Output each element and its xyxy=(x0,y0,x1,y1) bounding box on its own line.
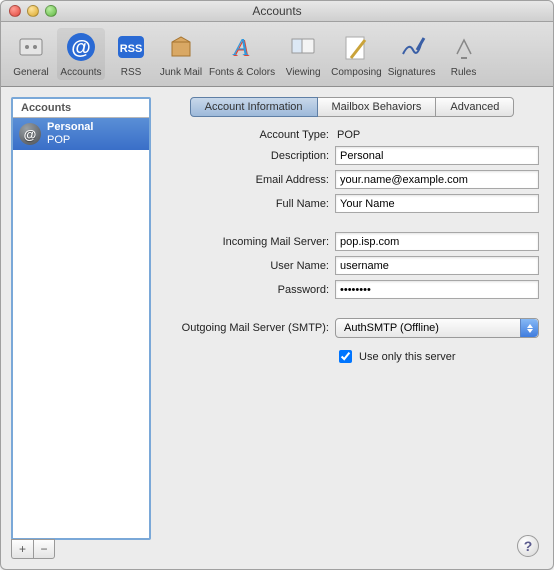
account-list-item[interactable]: @ Personal POP xyxy=(13,118,149,150)
description-input[interactable] xyxy=(335,146,539,165)
toolbar-label: Composing xyxy=(331,67,382,78)
switch-icon xyxy=(14,30,48,64)
toolbar-label: General xyxy=(13,67,49,78)
account-list-label: Personal POP xyxy=(47,121,93,147)
outgoing-server-select[interactable]: AuthSMTP (Offline) xyxy=(335,318,539,338)
toolbar-item-accounts[interactable]: @ Accounts xyxy=(57,28,105,80)
at-icon: @ xyxy=(19,123,41,145)
label-fullname: Full Name: xyxy=(165,198,335,210)
tab-advanced[interactable]: Advanced xyxy=(436,97,514,117)
fullname-input[interactable] xyxy=(335,194,539,213)
titlebar: Accounts xyxy=(1,1,553,22)
fonts-icon: AA xyxy=(225,30,259,64)
account-name: Personal xyxy=(47,121,93,134)
junk-icon xyxy=(164,30,198,64)
label-incoming: Incoming Mail Server: xyxy=(165,236,335,248)
svg-text:A: A xyxy=(232,35,249,61)
toolbar-label: RSS xyxy=(121,67,142,78)
use-only-label: Use only this server xyxy=(359,351,456,363)
label-password: Password: xyxy=(165,284,335,296)
svg-text:RSS: RSS xyxy=(120,43,143,55)
label-description: Description: xyxy=(165,150,335,162)
toolbar-label: Fonts & Colors xyxy=(209,67,275,78)
viewing-icon xyxy=(286,30,320,64)
rules-icon xyxy=(447,30,481,64)
email-input[interactable] xyxy=(335,170,539,189)
label-account-type: Account Type: xyxy=(165,129,335,141)
remove-account-button[interactable]: − xyxy=(33,539,55,559)
window-title: Accounts xyxy=(1,4,553,18)
username-input[interactable] xyxy=(335,256,539,275)
tab-account-information[interactable]: Account Information xyxy=(190,97,318,117)
add-account-button[interactable]: + xyxy=(11,539,33,559)
use-only-server-checkbox[interactable]: Use only this server xyxy=(335,347,456,366)
toolbar-item-rss[interactable]: RSS RSS xyxy=(107,28,155,80)
value-account-type: POP xyxy=(335,129,360,141)
label-email: Email Address: xyxy=(165,174,335,186)
label-outgoing: Outgoing Mail Server (SMTP): xyxy=(165,322,335,334)
toolbar-label: Junk Mail xyxy=(160,67,202,78)
at-icon: @ xyxy=(64,30,98,64)
use-only-checkbox-input[interactable] xyxy=(339,350,352,363)
composing-icon xyxy=(339,30,373,64)
toolbar-item-general[interactable]: General xyxy=(7,28,55,80)
toolbar: General @ Accounts RSS RSS Junk Mail AA … xyxy=(1,22,553,87)
accounts-list-header: Accounts xyxy=(13,99,149,118)
password-input[interactable] xyxy=(335,280,539,299)
toolbar-item-composing[interactable]: Composing xyxy=(329,28,384,80)
rss-icon: RSS xyxy=(114,30,148,64)
signatures-icon xyxy=(395,30,429,64)
toolbar-item-rules[interactable]: Rules xyxy=(440,28,488,80)
help-button[interactable]: ? xyxy=(517,535,539,557)
svg-text:@: @ xyxy=(71,37,91,59)
toolbar-item-signatures[interactable]: Signatures xyxy=(386,28,438,80)
toolbar-label: Viewing xyxy=(286,67,321,78)
account-type: POP xyxy=(47,134,93,147)
toolbar-item-fonts[interactable]: AA Fonts & Colors xyxy=(207,28,277,80)
label-username: User Name: xyxy=(165,260,335,272)
toolbar-label: Rules xyxy=(451,67,477,78)
tabs: Account Information Mailbox Behaviors Ad… xyxy=(161,97,543,117)
dropdown-arrows-icon xyxy=(520,319,538,337)
outgoing-server-value: AuthSMTP (Offline) xyxy=(344,322,439,334)
toolbar-label: Signatures xyxy=(388,67,436,78)
incoming-input[interactable] xyxy=(335,232,539,251)
tab-mailbox-behaviors[interactable]: Mailbox Behaviors xyxy=(318,97,437,117)
toolbar-label: Accounts xyxy=(60,67,101,78)
toolbar-item-junk[interactable]: Junk Mail xyxy=(157,28,205,80)
toolbar-item-viewing[interactable]: Viewing xyxy=(279,28,327,80)
accounts-list: Accounts @ Personal POP xyxy=(11,97,151,540)
